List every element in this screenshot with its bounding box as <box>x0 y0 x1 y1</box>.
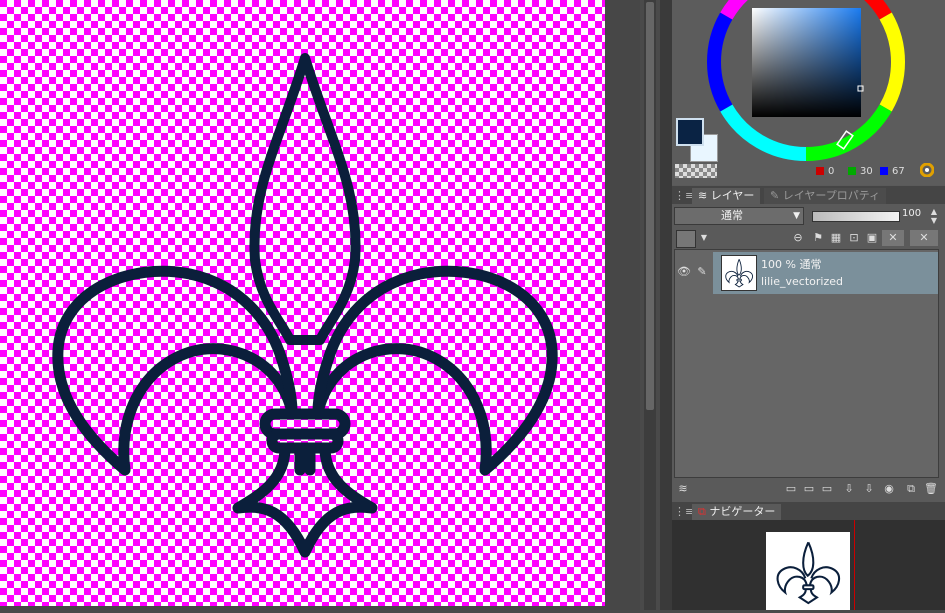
reference-icon[interactable]: ⚑ <box>810 230 826 246</box>
main-color-swatch[interactable] <box>676 118 704 146</box>
mask-icon[interactable]: ▣ <box>864 230 880 246</box>
green-square-icon <box>848 167 856 175</box>
new-folder-icon[interactable]: ▭ <box>820 481 834 497</box>
layer-list: 👁 ✎ 100 % 通常 lilie_vectorized <box>674 249 939 478</box>
blue-square-icon <box>880 167 888 175</box>
drawing-canvas[interactable] <box>0 0 605 606</box>
transfer-down-icon[interactable]: ⇩ <box>842 481 856 497</box>
panel-menu-icon[interactable]: ⋮≡ <box>672 188 694 204</box>
rgb-red-value: 0 <box>816 166 834 178</box>
tab-layer[interactable]: ≋ レイヤー <box>692 188 761 204</box>
layer-thumbnail <box>721 255 757 291</box>
lock-icon[interactable]: ⊡ <box>846 230 862 246</box>
delete-layer-icon[interactable]: 🗑 <box>924 481 938 497</box>
opacity-value: 100 <box>902 208 922 219</box>
tab-navigator-label: ナビゲーター <box>709 505 776 518</box>
opacity-slider[interactable] <box>812 211 900 222</box>
layer-item[interactable]: 100 % 通常 lilie_vectorized <box>713 252 938 294</box>
expression-color-icon[interactable] <box>676 230 696 248</box>
pen-tab-icon: ✎ <box>770 189 783 202</box>
scrollbar-thumb[interactable] <box>646 2 654 410</box>
new-vector-layer-icon[interactable]: ▭ <box>802 481 816 497</box>
tab-navigator[interactable]: ⧉ ナビゲーター <box>692 504 782 520</box>
rgb-green-value: 30 <box>848 166 873 178</box>
chevron-down-icon[interactable]: ▼ <box>696 230 712 246</box>
color-wheel-panel: 0 30 67 <box>672 0 945 185</box>
layer-row[interactable]: 👁 ✎ 100 % 通常 lilie_vectorized <box>675 252 938 294</box>
layer-name: lilie_vectorized <box>761 275 843 288</box>
opacity-spinner[interactable]: ▲ ▼ <box>928 207 940 225</box>
color-wheel-icon[interactable] <box>920 163 934 177</box>
eye-icon[interactable]: 👁 <box>677 262 691 282</box>
tab-layer-label: レイヤー <box>710 189 755 202</box>
layer-tab-icon: ≋ <box>698 189 711 202</box>
layer-effect-icon[interactable]: ✕ <box>910 230 938 246</box>
blue-value-text: 67 <box>892 166 905 177</box>
blend-mode-select[interactable]: 通常 ▼ <box>674 207 804 225</box>
panel-menu-icon[interactable]: ⋮≡ <box>672 504 694 520</box>
navigator-view[interactable] <box>672 520 945 610</box>
transparent-color-swatch[interactable] <box>675 164 717 178</box>
tab-layer-property[interactable]: ✎ レイヤープロパティ <box>764 188 887 204</box>
layer-stack-icon[interactable]: ≋ <box>676 481 690 497</box>
layer-bottom-toolbar: ≋ ▭ ▭ ▭ ⇩ ⇩ ◉ ⧉ 🗑 <box>672 479 945 499</box>
rgb-blue-value: 67 <box>880 166 905 178</box>
green-value-text: 30 <box>860 166 873 177</box>
layer-mode-text: 100 % 通常 <box>761 258 822 271</box>
navigator-icon: ⧉ <box>698 505 710 518</box>
blend-mode-value: 通常 <box>721 209 743 222</box>
new-layer-icon[interactable]: ▭ <box>784 481 798 497</box>
red-value-text: 0 <box>828 166 835 177</box>
layer-tabbar: ⋮≡ ≋ レイヤー ✎ レイヤープロパティ <box>672 186 945 204</box>
layer-color-icon[interactable]: ✕ <box>882 230 904 246</box>
right-panel: 0 30 67 ⋮≡ ≋ レイヤー ✎ レイヤープロパティ 通常 ▼ 100 ▲… <box>672 0 945 610</box>
red-square-icon <box>816 167 824 175</box>
merge-down-icon[interactable]: ⇩ <box>862 481 876 497</box>
navigator-frame-line <box>854 520 855 610</box>
panel-splitter[interactable] <box>660 0 672 610</box>
tab-property-label: レイヤープロパティ <box>782 189 881 202</box>
fleur-de-lis-artwork <box>52 53 558 558</box>
canvas-vertical-scrollbar[interactable] <box>644 0 656 610</box>
blend-opacity-row: 通常 ▼ 100 ▲ ▼ <box>672 206 945 228</box>
canvas-area[interactable] <box>0 0 640 610</box>
apply-mask-icon[interactable]: ⧉ <box>904 481 918 497</box>
new-mask-icon[interactable]: ◉ <box>882 481 896 497</box>
pen-icon[interactable]: ✎ <box>695 262 709 282</box>
navigator-tabbar: ⋮≡ ⧉ ナビゲーター <box>672 502 945 520</box>
clip-icon[interactable]: ⊖ <box>790 230 806 246</box>
navigator-fleur-icon <box>776 541 841 605</box>
chevron-down-icon: ▼ <box>793 211 800 221</box>
navigator-preview <box>766 532 850 610</box>
lock-transparency-icon[interactable]: ▦ <box>828 230 844 246</box>
layer-tool-row: ▼ ⊖ ⚑ ▦ ⊡ ▣ ✕ ✕ <box>672 228 945 248</box>
thumbnail-fleur-icon <box>725 259 753 288</box>
